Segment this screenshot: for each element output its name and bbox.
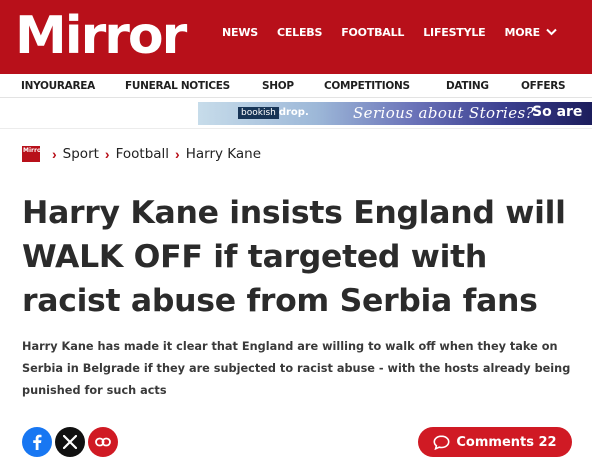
nav-news[interactable]: NEWS [222, 26, 258, 39]
breadcrumb-sport[interactable]: Sport [63, 146, 99, 162]
nav-more[interactable]: MORE [505, 26, 541, 39]
nav-celebs[interactable]: CELEBS [277, 26, 322, 39]
nav-football[interactable]: FOOTBALL [341, 26, 404, 39]
chevron-right-icon: › [52, 146, 57, 162]
x-icon[interactable] [55, 427, 85, 457]
article-headline: Harry Kane insists England will WALK OFF… [22, 195, 566, 319]
breadcrumb-football[interactable]: Football [116, 146, 169, 162]
chevron-right-icon: › [175, 146, 180, 162]
ad-brand: bookish drop. [238, 107, 309, 119]
subnav-funeral-notices[interactable]: FUNERAL NOTICES [125, 80, 230, 92]
ad-banner[interactable]: bookish drop. Serious about Stories? So a… [198, 102, 592, 125]
nav-lifestyle[interactable]: LIFESTYLE [423, 26, 485, 39]
comments-button[interactable]: Comments 22 [418, 427, 572, 457]
subnav-dating[interactable]: DATING [446, 80, 489, 92]
main-nav: NEWS CELEBS FOOTBALL LIFESTYLE MORE [222, 25, 557, 39]
comments-label: Comments 22 [456, 434, 557, 450]
facebook-icon[interactable] [22, 427, 52, 457]
ad-strip: bookish drop. Serious about Stories? So a… [0, 99, 592, 129]
ad-tagline: Serious about Stories? [353, 104, 535, 122]
breadcrumb: Mirror › Sport › Football › Harry Kane [22, 146, 261, 162]
speech-bubble-icon [433, 434, 450, 450]
link-icon[interactable] [88, 427, 118, 457]
share-buttons [22, 427, 121, 457]
mirror-mini-logo[interactable]: Mirror [22, 146, 40, 162]
ad-cta: So are [532, 104, 583, 120]
subnav-shop[interactable]: SHOP [262, 80, 294, 92]
subnav-competitions[interactable]: COMPETITIONS [324, 80, 410, 92]
chevron-right-icon: › [104, 146, 110, 162]
mirror-logo[interactable]: Mirror [15, 4, 187, 68]
subnav-inyourarea[interactable]: INYOURAREA [21, 80, 95, 92]
article-standfirst: Harry Kane has made it clear that Englan… [22, 340, 571, 397]
secondary-nav: INYOURAREA FUNERAL NOTICES SHOP COMPETIT… [0, 74, 592, 98]
chevron-down-icon[interactable] [546, 25, 557, 39]
breadcrumb-harry-kane[interactable]: Harry Kane [186, 146, 261, 162]
subnav-offers[interactable]: OFFERS [521, 80, 566, 92]
site-header: Mirror NEWS CELEBS FOOTBALL LIFESTYLE MO… [0, 0, 592, 74]
